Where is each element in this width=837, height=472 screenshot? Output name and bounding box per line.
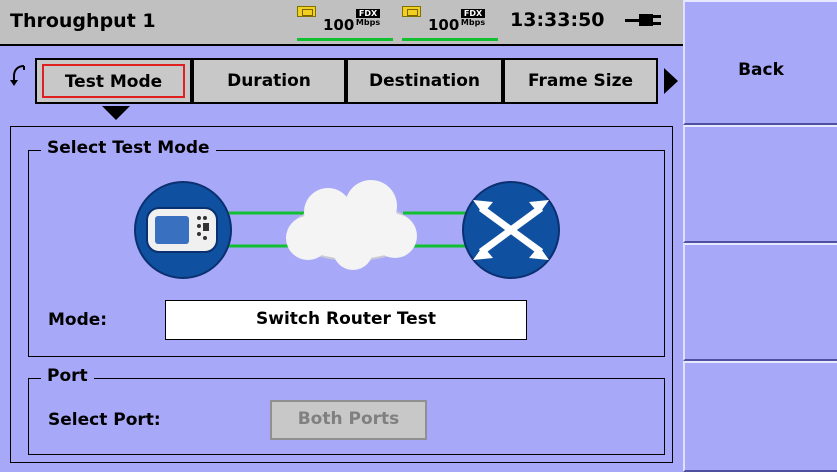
tester-device-icon [134, 181, 232, 279]
tab-test-mode[interactable]: Test Mode [35, 58, 192, 104]
port-legend: Port [41, 366, 94, 386]
port-a-led-icon [297, 6, 316, 17]
page-title: Throughput 1 [10, 10, 156, 32]
port-b-duplex-label: FDX [461, 9, 485, 18]
selected-tab-pointer-icon [102, 106, 130, 120]
select-test-mode-legend: Select Test Mode [41, 138, 216, 158]
tab-duration[interactable]: Duration [192, 58, 346, 104]
tab-cycle-icon[interactable] [10, 64, 30, 88]
back-button[interactable]: Back [683, 0, 837, 125]
port-b-speed: 100 [428, 16, 460, 34]
select-port-label: Select Port: [48, 410, 161, 430]
tab-destination[interactable]: Destination [346, 58, 503, 104]
tab-frame-size[interactable]: Frame Size [503, 58, 658, 104]
tab-test-mode-label: Test Mode [42, 64, 185, 98]
softkey-3[interactable] [683, 243, 837, 361]
port-a-unit: Mbps [355, 18, 381, 27]
port-b-duplex: FDX Mbps [458, 9, 488, 27]
clock: 13:33:50 [510, 9, 605, 31]
port-a-duplex: FDX Mbps [353, 9, 383, 27]
mode-select[interactable]: Switch Router Test [165, 300, 527, 340]
port-a-duplex-label: FDX [356, 9, 380, 18]
plug-icon [625, 14, 661, 26]
softkey-4[interactable] [683, 361, 837, 472]
test-topology-diagram [134, 180, 560, 279]
port-b-led-icon [402, 6, 421, 17]
port-a-speed: 100 [323, 16, 355, 34]
tab-next-arrow-icon[interactable] [662, 66, 680, 96]
switch-router-icon [462, 181, 560, 279]
port-a-link-bar [297, 38, 393, 41]
port-b-link-bar [402, 38, 498, 41]
port-b-unit: Mbps [460, 18, 486, 27]
network-cloud-icon [286, 180, 417, 270]
softkey-2[interactable] [683, 125, 837, 243]
mode-label: Mode: [48, 310, 108, 330]
select-port-button[interactable]: Both Ports [270, 400, 427, 440]
